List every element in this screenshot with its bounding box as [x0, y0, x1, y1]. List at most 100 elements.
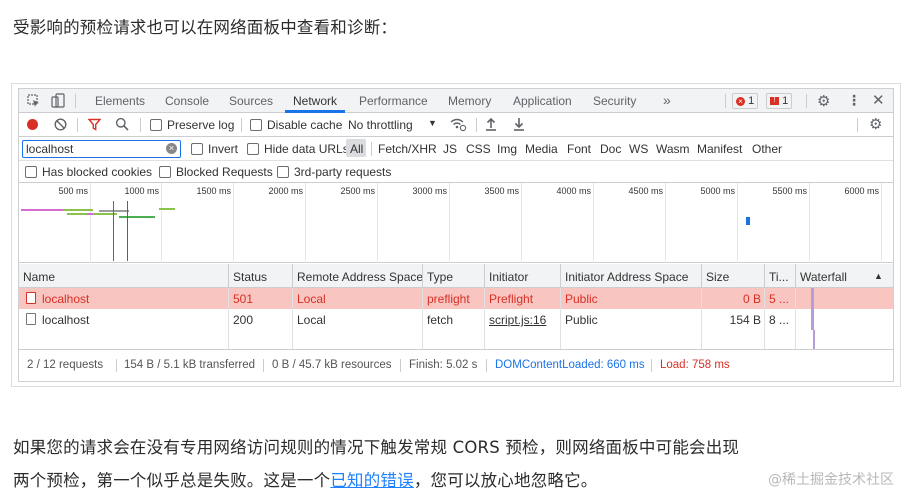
has-blocked-cookies-checkbox[interactable] — [25, 166, 37, 178]
request-type: fetch — [427, 313, 454, 327]
devtools-tabbar: Elements Console Sources Network Perform… — [19, 89, 893, 113]
issue-count: 1 — [782, 95, 789, 107]
filter-type-doc[interactable]: Doc — [600, 142, 621, 156]
filter-type-media[interactable]: Media — [525, 142, 558, 156]
clear-icon[interactable] — [54, 118, 67, 134]
request-initiator-link[interactable]: script.js:16 — [489, 313, 546, 327]
column-header-remote-address-space[interactable]: Remote Address Space — [297, 270, 423, 284]
search-icon[interactable] — [115, 117, 129, 134]
column-header-time[interactable]: Ti... — [769, 270, 789, 284]
import-har-icon[interactable] — [485, 117, 497, 134]
invert-checkbox[interactable] — [191, 143, 203, 155]
filter-type-fetch-xhr[interactable]: Fetch/XHR — [378, 142, 437, 156]
export-har-icon[interactable] — [513, 117, 525, 134]
tab-console[interactable]: Console — [165, 94, 209, 108]
disable-cache-checkbox[interactable] — [250, 119, 262, 131]
preserve-log-checkbox[interactable] — [150, 119, 162, 131]
overview-tick: 5500 ms — [772, 186, 807, 196]
overview-tick: 2000 ms — [268, 186, 303, 196]
column-header-name[interactable]: Name — [23, 270, 55, 284]
filter-type-all[interactable]: All — [350, 142, 363, 156]
request-filter-checkboxes: Has blocked cookies Blocked Requests 3rd… — [19, 161, 893, 183]
body-paragraph-line2: 两个预检，第一个似乎总是失败。这是一个已知的错误，您可以放心地忽略它。 — [13, 467, 598, 491]
issue-icon: ! — [770, 97, 779, 106]
watermark: @稀土掘金技术社区 — [768, 472, 894, 488]
tab-security[interactable]: Security — [593, 94, 636, 108]
column-header-status[interactable]: Status — [233, 270, 267, 284]
settings-gear-icon[interactable]: ⚙ — [817, 92, 830, 110]
network-settings-gear-icon[interactable]: ⚙ — [869, 115, 882, 133]
record-icon[interactable] — [27, 119, 38, 130]
overview-request-bar — [63, 209, 93, 211]
hide-data-urls-checkbox[interactable] — [247, 143, 259, 155]
table-row[interactable]: localhost 200 Local fetch script.js:16 P… — [19, 309, 893, 330]
overview-tick: 1500 ms — [196, 186, 231, 196]
close-icon[interactable]: ✕ — [872, 91, 885, 109]
third-party-requests-checkbox[interactable] — [277, 166, 289, 178]
invert-label: Invert — [208, 142, 239, 156]
overview-request-bar — [119, 216, 155, 218]
request-status: 200 — [233, 313, 254, 327]
tab-sources[interactable]: Sources — [229, 94, 273, 108]
load-time: Load: 758 ms — [660, 359, 730, 371]
column-header-size[interactable]: Size — [706, 270, 729, 284]
request-name: localhost — [42, 313, 90, 327]
request-remote-space: Local — [297, 292, 326, 306]
blocked-requests-label: Blocked Requests — [176, 165, 273, 179]
filter-type-css[interactable]: CSS — [466, 142, 491, 156]
request-initiator-space: Public — [565, 313, 598, 327]
more-tabs-button[interactable]: » — [663, 92, 671, 108]
requests-table-header: Name Status Remote Address Space Type In… — [19, 264, 893, 288]
filter-type-manifest[interactable]: Manifest — [697, 142, 742, 156]
request-initiator-space: Public — [565, 292, 598, 306]
preserve-log-label: Preserve log — [167, 118, 235, 132]
tab-performance[interactable]: Performance — [359, 94, 428, 108]
table-row[interactable]: localhost 501 Local preflight Preflight … — [19, 288, 893, 309]
clear-filter-icon[interactable]: × — [166, 143, 177, 154]
hide-data-urls-label: Hide data URLs — [264, 142, 349, 156]
overview-tick: 5000 ms — [700, 186, 735, 196]
overview-tick: 3000 ms — [412, 186, 447, 196]
device-toolbar-icon[interactable] — [51, 93, 65, 111]
filter-type-font[interactable]: Font — [567, 142, 591, 156]
filter-input[interactable]: localhost × — [22, 140, 181, 158]
request-initiator: Preflight — [489, 292, 534, 306]
tab-network[interactable]: Network — [293, 94, 337, 108]
tab-application[interactable]: Application — [513, 94, 572, 108]
filter-type-wasm[interactable]: Wasm — [656, 142, 690, 156]
more-options-icon[interactable]: ⋮ — [847, 92, 861, 109]
filter-type-js[interactable]: JS — [443, 142, 457, 156]
finish-time: Finish: 5.02 s — [409, 359, 478, 371]
network-conditions-wifi-icon[interactable] — [449, 116, 467, 135]
network-overview-timeline[interactable]: 500 ms 1000 ms 1500 ms 2000 ms 2500 ms 3… — [19, 183, 893, 263]
sort-ascending-icon[interactable]: ▲ — [874, 271, 883, 281]
filter-type-img[interactable]: Img — [497, 142, 517, 156]
request-time: 8 ... — [769, 313, 790, 327]
devtools-panel: Elements Console Sources Network Perform… — [18, 88, 894, 382]
column-header-initiator-address-space[interactable]: Initiator Address Space — [565, 270, 688, 284]
tab-memory[interactable]: Memory — [448, 94, 491, 108]
error-count: 1 — [748, 95, 755, 107]
dom-content-loaded-marker — [113, 201, 114, 261]
throttling-select[interactable]: No throttling — [348, 118, 413, 132]
issues-counter[interactable]: ! 1 — [766, 93, 793, 109]
tab-elements[interactable]: Elements — [95, 94, 145, 108]
error-counter[interactable]: × 1 — [732, 93, 759, 109]
filter-type-other[interactable]: Other — [752, 142, 782, 156]
known-bug-link[interactable]: 已知的错误 — [330, 471, 414, 490]
column-header-initiator[interactable]: Initiator — [489, 270, 528, 284]
overview-tick: 3500 ms — [484, 186, 519, 196]
column-header-type[interactable]: Type — [427, 270, 453, 284]
overview-request-bar — [21, 209, 63, 211]
has-blocked-cookies-label: Has blocked cookies — [42, 165, 153, 179]
chevron-down-icon[interactable]: ▼ — [428, 118, 437, 128]
blocked-requests-checkbox[interactable] — [159, 166, 171, 178]
waterfall-load-line — [813, 330, 815, 349]
filter-type-ws[interactable]: WS — [629, 142, 648, 156]
column-header-waterfall[interactable]: Waterfall — [800, 270, 847, 284]
filter-funnel-icon[interactable] — [87, 118, 102, 134]
overview-request-bar — [746, 217, 750, 225]
body-paragraph-line1: 如果您的请求会在没有专用网络访问规则的情况下触发常规 CORS 预检，则网络面板… — [13, 438, 740, 457]
inspect-element-icon[interactable] — [27, 94, 39, 107]
filter-bar: localhost × Invert Hide data URLs All Fe… — [19, 137, 893, 161]
